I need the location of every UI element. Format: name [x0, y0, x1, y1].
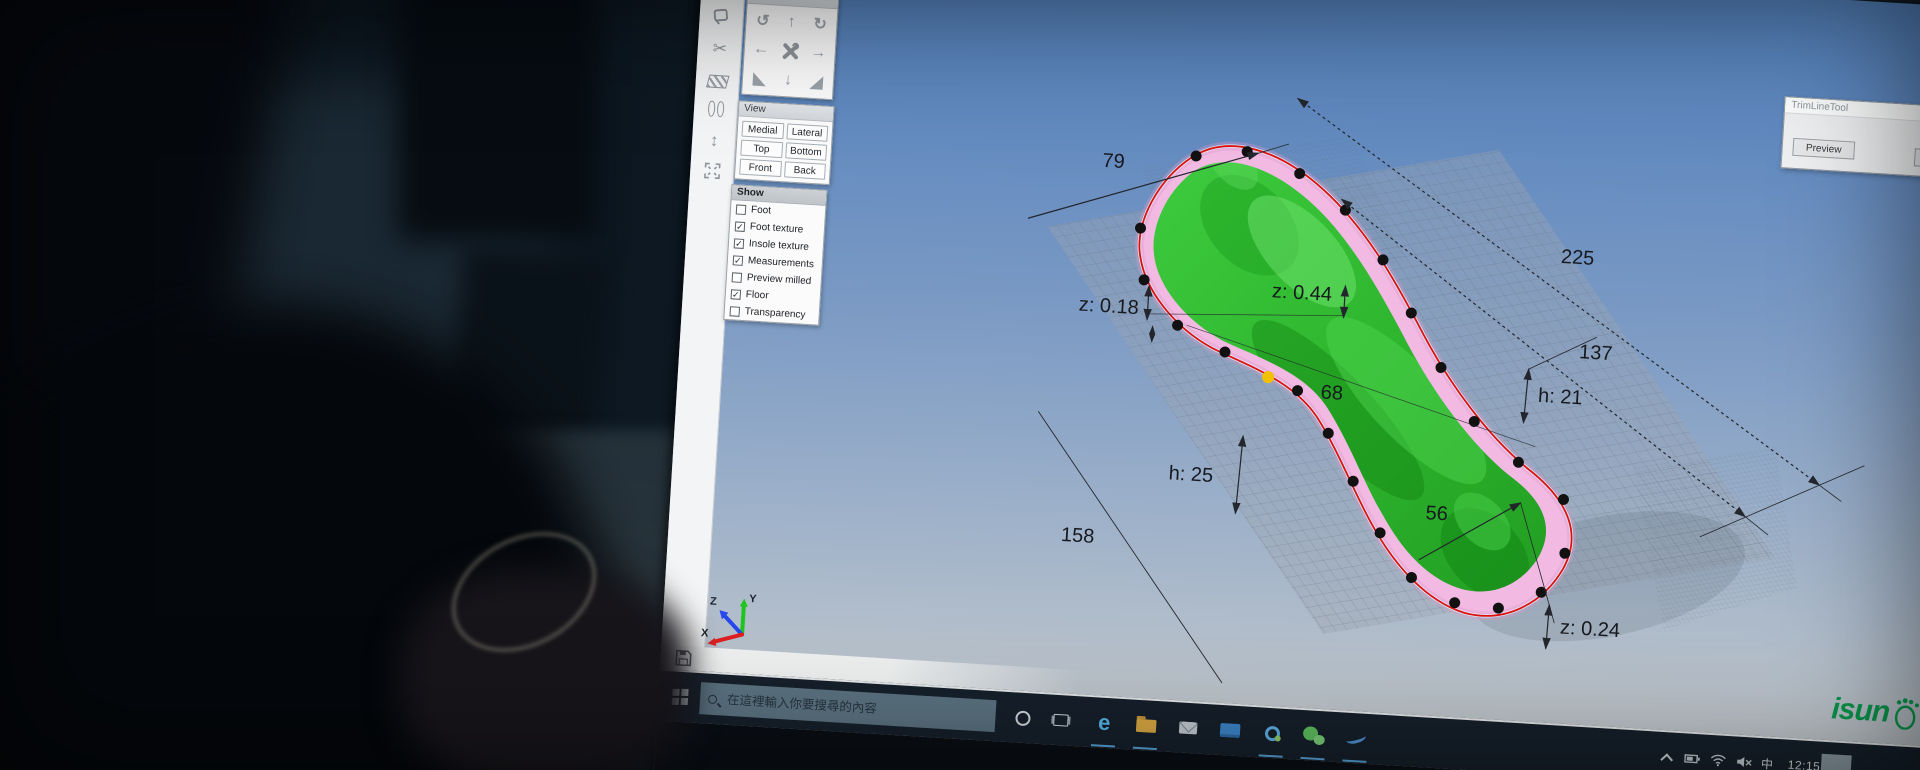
ime-label: 中	[1761, 755, 1774, 770]
checkbox[interactable]	[729, 306, 740, 317]
view-panel: View Medial Lateral Top Bottom Front Bac…	[734, 100, 835, 185]
hidden-icons-chevron[interactable]	[1653, 732, 1680, 770]
tilt-right-icon[interactable]: ◢	[801, 67, 831, 97]
chevron-up-icon	[1660, 753, 1673, 766]
wifi-icon	[1710, 754, 1727, 767]
checkbox-label: Preview milled	[747, 272, 812, 287]
select-stamp-tool-icon[interactable]	[699, 2, 745, 33]
measurement-heel-width: 56	[1425, 502, 1449, 525]
show-panel: Show Foot ✓ Foot texture ✓ Insole textur…	[723, 184, 827, 326]
measurement-toe-width: 79	[1102, 150, 1126, 173]
zoom-extents-icon[interactable]	[689, 156, 735, 187]
monitor-screen: ✂ ↕ ↺ ↑ ↻ ← → ◣ ↓ ◢	[648, 0, 1920, 770]
rotate-ccw-icon[interactable]: ↺	[748, 6, 778, 36]
height-adjust-icon[interactable]: ↕	[691, 126, 737, 157]
checkbox[interactable]	[736, 204, 747, 215]
background-furniture	[398, 0, 598, 240]
checkbox[interactable]: ✓	[734, 238, 745, 249]
checkbox[interactable]: ✓	[735, 221, 746, 232]
ok-button[interactable]: OK	[1914, 148, 1920, 170]
view-bottom-button[interactable]: Bottom	[785, 142, 827, 161]
measurement-h-lateral: h: 21	[1537, 385, 1583, 410]
left-toolbar: ✂ ↕	[660, 0, 749, 671]
3d-viewport[interactable]: 79 225 137 z: 0.44 z: 0.18 68 h: 21 h: 2…	[959, 68, 1920, 748]
wechat-icon	[1302, 726, 1325, 745]
tray-wifi[interactable]	[1705, 735, 1732, 770]
measurement-rear-length: 158	[1060, 524, 1095, 548]
cad-app-icon	[1345, 731, 1367, 746]
view-medial-button[interactable]: Medial	[741, 121, 783, 140]
measurement-mid-width: 68	[1320, 381, 1344, 404]
measurement-z-heel: z: 0.24	[1559, 617, 1620, 643]
taskbar-app-wechat[interactable]	[1297, 710, 1330, 762]
view-lateral-button[interactable]: Lateral	[786, 123, 828, 142]
checkbox-label: Foot	[751, 204, 772, 216]
taskbar-app-store[interactable]	[1214, 705, 1247, 757]
scissors-icon[interactable]: ✂	[697, 34, 743, 65]
rotate-cw-icon[interactable]: ↻	[805, 9, 835, 39]
mail-icon	[1179, 721, 1198, 734]
hatch-texture-icon[interactable]	[695, 66, 741, 97]
navigation-pad-panel: ↺ ↑ ↻ ← → ◣ ↓ ◢	[741, 0, 839, 100]
checkbox[interactable]: ✓	[733, 255, 744, 266]
measurement-z-front: z: 0.44	[1271, 280, 1332, 306]
axis-gizmo: Y Z X	[699, 586, 767, 654]
pan-right-icon[interactable]: →	[803, 38, 833, 68]
edge-icon: e	[1097, 710, 1111, 737]
taskbar-app-file-explorer[interactable]	[1130, 700, 1163, 752]
tray-ime-indicator[interactable]: 中	[1753, 738, 1782, 770]
checkbox-label: Floor	[745, 289, 768, 301]
view-front-button[interactable]: Front	[739, 159, 781, 178]
tilt-left-icon[interactable]: ◣	[744, 63, 774, 93]
measurement-total-length: 225	[1560, 246, 1595, 270]
checkbox[interactable]	[732, 272, 743, 283]
search-icon	[708, 694, 718, 704]
folder-icon	[1136, 718, 1157, 732]
trimlinetool-dialog: TrimLineTool Preview OK	[1780, 96, 1920, 180]
trimlinetool-dialog-title[interactable]: TrimLineTool	[1785, 97, 1920, 125]
battery-icon	[1684, 753, 1701, 764]
task-view-button[interactable]	[1044, 694, 1077, 746]
volume-muted-icon	[1736, 756, 1753, 769]
footprint-icon	[1891, 697, 1920, 731]
view-top-button[interactable]: Top	[740, 140, 782, 159]
cortana-button[interactable]	[1006, 692, 1039, 744]
pan-down-icon[interactable]: ↓	[773, 65, 803, 95]
taskbar-search-box[interactable]	[699, 682, 996, 732]
notification-area[interactable]	[1821, 754, 1852, 770]
axis-z-label: Z	[710, 596, 718, 608]
checkbox-label: Measurements	[748, 255, 815, 270]
browser-icon	[1264, 725, 1280, 741]
checkbox-label: Transparency	[744, 306, 805, 321]
checkbox[interactable]: ✓	[731, 289, 742, 300]
checkbox-label: Foot texture	[750, 221, 804, 235]
taskbar-app-edge[interactable]: e	[1088, 697, 1121, 749]
taskbar-app-mail[interactable]	[1172, 702, 1205, 754]
task-view-icon	[1053, 714, 1069, 727]
clock-label: 12:15	[1787, 758, 1820, 770]
insoles-pair-icon[interactable]	[693, 96, 739, 127]
checkbox-label: Insole texture	[749, 238, 810, 253]
taskbar-app-cad[interactable]	[1339, 712, 1372, 764]
tray-battery[interactable]	[1679, 733, 1706, 770]
axis-x-label: X	[701, 627, 710, 639]
tools-icon[interactable]	[775, 36, 805, 66]
measurement-forefoot-diag: 137	[1578, 341, 1613, 365]
measurement-h-medial: h: 25	[1168, 462, 1214, 487]
pan-left-icon[interactable]: ←	[746, 34, 776, 64]
store-icon	[1220, 723, 1241, 738]
view-back-button[interactable]: Back	[784, 161, 826, 180]
measurement-z-medial: z: 0.18	[1078, 294, 1139, 320]
search-input[interactable]	[725, 692, 988, 724]
isun-watermark: isun	[1830, 692, 1920, 731]
isun-logo-text: isun	[1830, 692, 1890, 729]
preview-button[interactable]: Preview	[1792, 138, 1855, 160]
photo-of-monitor: ✂ ↕ ↺ ↑ ↻ ← → ◣ ↓ ◢	[0, 0, 1920, 770]
taskbar-app-browser[interactable]	[1256, 707, 1289, 759]
cortana-icon	[1015, 710, 1031, 726]
axis-y-label: Y	[749, 593, 758, 605]
pan-up-icon[interactable]: ↑	[776, 8, 806, 38]
